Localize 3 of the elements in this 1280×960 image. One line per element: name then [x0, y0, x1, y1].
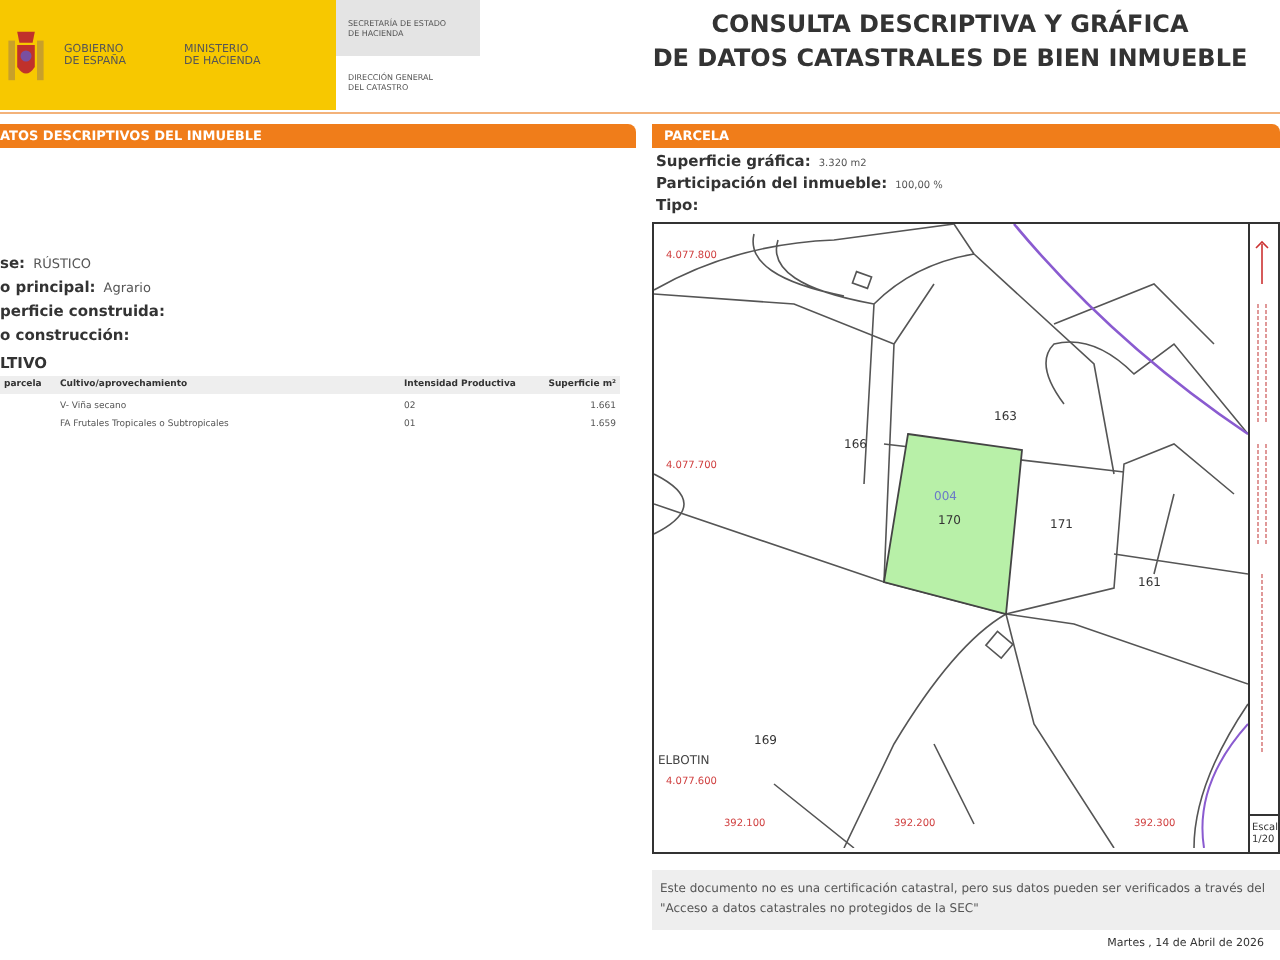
document-title: DE DATOS CATASTRALES DE BIEN INMUEBLE: [652, 42, 1248, 76]
document-title: CONSULTA DESCRIPTIVA Y GRÁFICA: [711, 8, 1189, 42]
road-line: [1201, 723, 1248, 848]
